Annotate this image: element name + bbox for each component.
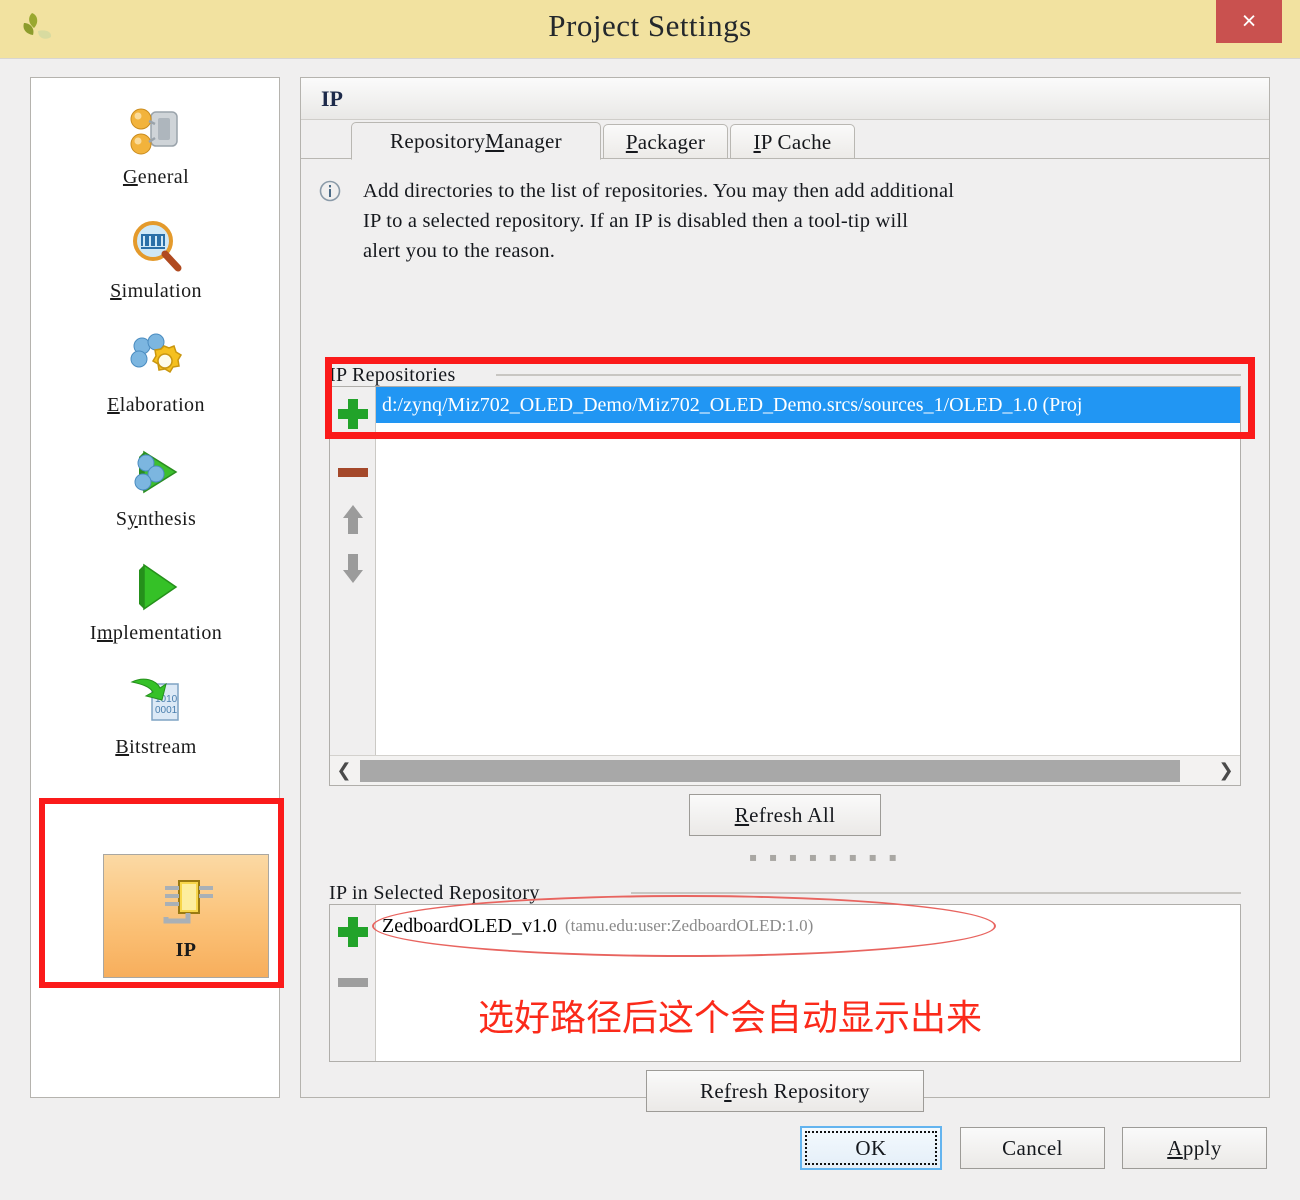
- ip-repositories-hscrollbar[interactable]: ❮ ❯: [330, 755, 1240, 785]
- ip-list-toolbar: [330, 905, 376, 1061]
- sidebar-item-implementation[interactable]: Implementation: [37, 558, 275, 645]
- ok-button[interactable]: OK: [800, 1126, 942, 1170]
- dialog-body: General Simulation Elaboration Synthesis…: [0, 58, 1300, 1200]
- title-bar: Project Settings ×: [0, 0, 1300, 58]
- sidebar-item-elaboration[interactable]: Elaboration: [37, 330, 275, 417]
- settings-sidebar: General Simulation Elaboration Synthesis…: [30, 77, 280, 1098]
- add-repository-button[interactable]: [330, 391, 376, 437]
- ip-name: ZedboardOLED_v1.0: [382, 914, 557, 937]
- tab-packager[interactable]: Packager: [603, 124, 728, 159]
- remove-repository-button[interactable]: [330, 449, 376, 495]
- ip-settings-panel: IP Repository Manager Packager IP Cache …: [300, 77, 1270, 1112]
- arrow-down-icon: [340, 553, 366, 583]
- sidebar-item-simulation[interactable]: Simulation: [37, 216, 275, 303]
- general-icon: [37, 102, 275, 164]
- minus-icon: [338, 977, 368, 987]
- svg-text:0001: 0001: [155, 705, 178, 716]
- remove-ip-button[interactable]: [330, 959, 376, 1005]
- synthesis-arrow-icon: [37, 444, 275, 506]
- simulation-magnifier-icon: [37, 216, 275, 278]
- tab-ip-cache[interactable]: IP Cache: [730, 124, 855, 159]
- sidebar-item-label: Synthesis: [115, 508, 197, 530]
- ip-chip-icon: [152, 871, 220, 933]
- minus-icon: [338, 467, 368, 477]
- focus-ring: [805, 1131, 937, 1165]
- sidebar-item-ip[interactable]: IP: [103, 854, 269, 978]
- hscroll-thumb[interactable]: [360, 759, 1180, 782]
- add-ip-button[interactable]: [330, 909, 376, 955]
- list-item[interactable]: d:/zynq/Miz702_OLED_Demo/Miz702_OLED_Dem…: [376, 387, 1240, 423]
- sidebar-item-label: Implementation: [89, 622, 223, 644]
- move-repository-down-button[interactable]: [330, 545, 376, 591]
- list-item[interactable]: ZedboardOLED_v1.0 (tamu.edu:user:Zedboar…: [376, 905, 1240, 947]
- bitstream-file-icon: 1010 0001: [37, 672, 275, 734]
- sidebar-item-label: Elaboration: [107, 394, 205, 416]
- cancel-button[interactable]: Cancel: [960, 1127, 1105, 1169]
- sidebar-item-label: Bitstream: [115, 736, 197, 758]
- page-title: Project Settings: [548, 8, 752, 43]
- tab-repository-manager[interactable]: Repository Manager: [351, 122, 601, 160]
- move-repository-up-button[interactable]: [330, 497, 376, 543]
- panel-splitter[interactable]: ▪ ▪ ▪ ▪ ▪ ▪ ▪ ▪: [749, 850, 901, 864]
- ip-repositories-rule: [496, 374, 1241, 376]
- plus-icon: [337, 916, 369, 948]
- hscroll-track[interactable]: [358, 757, 1212, 785]
- refresh-all-button[interactable]: Refresh All: [689, 794, 881, 836]
- elaboration-gear-icon: [37, 330, 275, 392]
- info-message: Add directories to the list of repositor…: [319, 176, 1249, 266]
- info-text: Add directories to the list of repositor…: [363, 180, 955, 262]
- panel-title: IP: [321, 85, 343, 111]
- ip-vlnv: (tamu.edu:user:ZedboardOLED:1.0): [564, 916, 814, 935]
- sidebar-item-bitstream[interactable]: 1010 0001 Bitstream: [37, 672, 275, 759]
- implementation-play-icon: [37, 558, 275, 620]
- ip-in-selected-repository-list[interactable]: ZedboardOLED_v1.0 (tamu.edu:user:Zedboar…: [376, 905, 1240, 1061]
- plus-icon: [337, 398, 369, 430]
- chevron-right-icon[interactable]: ❯: [1212, 757, 1240, 785]
- sidebar-item-label: IP: [175, 938, 197, 961]
- ip-in-selected-repository-label: IP in Selected Repository: [329, 882, 540, 904]
- apply-button[interactable]: Apply: [1122, 1127, 1267, 1169]
- close-icon[interactable]: ×: [1216, 0, 1282, 43]
- chevron-left-icon[interactable]: ❮: [330, 757, 358, 785]
- sidebar-item-label: Simulation: [110, 280, 202, 302]
- panel-header: IP: [301, 78, 1269, 120]
- ip-repositories-toolbar: [330, 387, 376, 785]
- ip-repositories-label: IP Repositories: [329, 364, 456, 386]
- tab-bar: Repository Manager Packager IP Cache: [301, 120, 1269, 160]
- sidebar-item-general[interactable]: General: [37, 102, 275, 189]
- info-circle-icon: [319, 180, 341, 202]
- ip-in-selected-repository-rule: [631, 892, 1241, 894]
- sidebar-item-synthesis[interactable]: Synthesis: [37, 444, 275, 531]
- sidebar-item-label: General: [122, 166, 190, 188]
- ip-in-selected-repository-listbox[interactable]: ZedboardOLED_v1.0 (tamu.edu:user:Zedboar…: [329, 904, 1241, 1062]
- refresh-repository-button[interactable]: Re f resh Repository: [646, 1070, 924, 1112]
- arrow-up-icon: [340, 505, 366, 535]
- ip-repositories-listbox[interactable]: d:/zynq/Miz702_OLED_Demo/Miz702_OLED_Dem…: [329, 386, 1241, 786]
- ip-repositories-list[interactable]: d:/zynq/Miz702_OLED_Demo/Miz702_OLED_Dem…: [376, 387, 1240, 785]
